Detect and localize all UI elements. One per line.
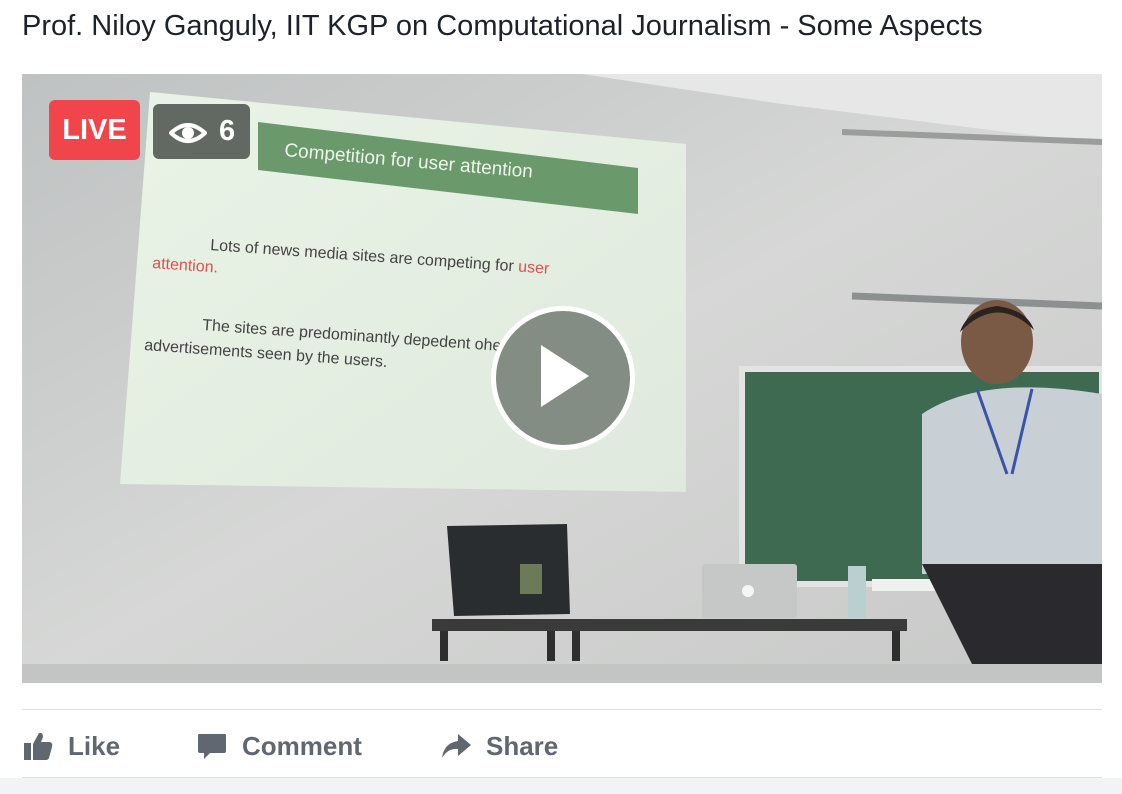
post-actions-bar: Like Comment Share — [22, 718, 1102, 774]
comment-button[interactable]: Comment — [196, 718, 362, 774]
divider — [22, 709, 1102, 710]
viewer-count-badge: 6 — [153, 104, 250, 159]
share-label: Share — [486, 730, 559, 761]
video-player[interactable]: Competition for user attention Lots of n… — [22, 74, 1102, 683]
share-arrow-icon — [440, 730, 472, 762]
share-button[interactable]: Share — [440, 718, 558, 774]
live-badge: LIVE — [49, 100, 140, 160]
feed-background — [0, 778, 1122, 794]
viewer-count: 6 — [219, 115, 236, 147]
speech-bubble-icon — [196, 730, 228, 762]
like-label: Like — [68, 730, 121, 761]
eye-icon — [168, 120, 208, 144]
comment-label: Comment — [242, 730, 362, 761]
play-icon — [535, 343, 591, 414]
thumbs-up-icon — [22, 730, 54, 762]
like-button[interactable]: Like — [22, 718, 120, 774]
play-button[interactable] — [491, 306, 635, 450]
post-title: Prof. Niloy Ganguly, IIT KGP on Computat… — [22, 10, 983, 42]
